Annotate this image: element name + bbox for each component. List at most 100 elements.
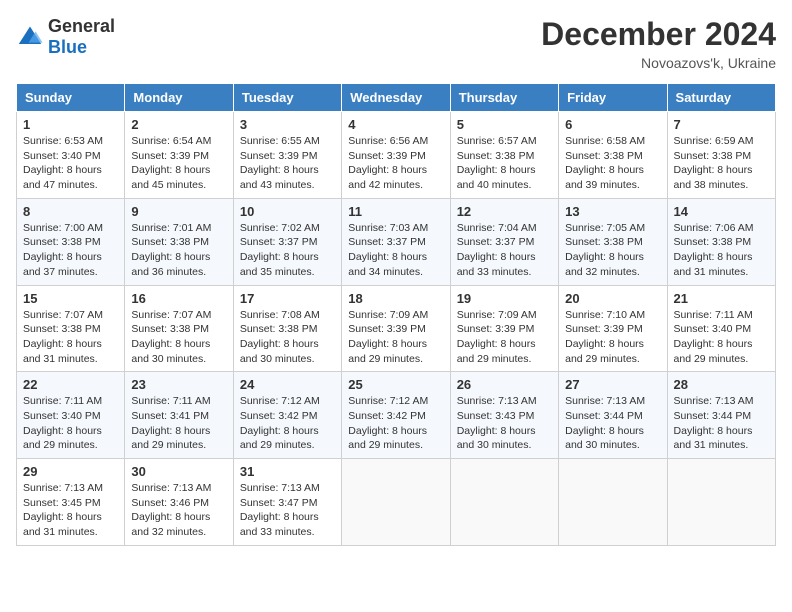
day-number: 16 bbox=[131, 291, 226, 306]
week-row-3: 15 Sunrise: 7:07 AMSunset: 3:38 PMDaylig… bbox=[17, 285, 776, 372]
day-cell bbox=[559, 459, 667, 546]
day-cell: 2 Sunrise: 6:54 AMSunset: 3:39 PMDayligh… bbox=[125, 112, 233, 199]
day-cell: 19 Sunrise: 7:09 AMSunset: 3:39 PMDaylig… bbox=[450, 285, 558, 372]
day-number: 28 bbox=[674, 377, 769, 392]
day-number: 6 bbox=[565, 117, 660, 132]
day-cell: 31 Sunrise: 7:13 AMSunset: 3:47 PMDaylig… bbox=[233, 459, 341, 546]
day-number: 5 bbox=[457, 117, 552, 132]
day-info: Sunrise: 7:13 AMSunset: 3:44 PMDaylight:… bbox=[674, 394, 769, 453]
day-cell: 6 Sunrise: 6:58 AMSunset: 3:38 PMDayligh… bbox=[559, 112, 667, 199]
day-cell: 18 Sunrise: 7:09 AMSunset: 3:39 PMDaylig… bbox=[342, 285, 450, 372]
day-number: 23 bbox=[131, 377, 226, 392]
day-info: Sunrise: 7:11 AMSunset: 3:40 PMDaylight:… bbox=[674, 308, 769, 367]
day-info: Sunrise: 6:56 AMSunset: 3:39 PMDaylight:… bbox=[348, 134, 443, 193]
day-cell bbox=[342, 459, 450, 546]
day-number: 8 bbox=[23, 204, 118, 219]
logo-icon bbox=[16, 23, 44, 51]
day-info: Sunrise: 7:06 AMSunset: 3:38 PMDaylight:… bbox=[674, 221, 769, 280]
day-info: Sunrise: 6:59 AMSunset: 3:38 PMDaylight:… bbox=[674, 134, 769, 193]
day-number: 15 bbox=[23, 291, 118, 306]
col-thursday: Thursday bbox=[450, 84, 558, 112]
day-info: Sunrise: 7:02 AMSunset: 3:37 PMDaylight:… bbox=[240, 221, 335, 280]
day-info: Sunrise: 7:05 AMSunset: 3:38 PMDaylight:… bbox=[565, 221, 660, 280]
day-cell: 22 Sunrise: 7:11 AMSunset: 3:40 PMDaylig… bbox=[17, 372, 125, 459]
day-cell: 30 Sunrise: 7:13 AMSunset: 3:46 PMDaylig… bbox=[125, 459, 233, 546]
day-cell: 28 Sunrise: 7:13 AMSunset: 3:44 PMDaylig… bbox=[667, 372, 775, 459]
day-number: 21 bbox=[674, 291, 769, 306]
day-number: 11 bbox=[348, 204, 443, 219]
day-cell: 26 Sunrise: 7:13 AMSunset: 3:43 PMDaylig… bbox=[450, 372, 558, 459]
day-number: 18 bbox=[348, 291, 443, 306]
month-year-title: December 2024 bbox=[541, 16, 776, 53]
col-tuesday: Tuesday bbox=[233, 84, 341, 112]
day-number: 24 bbox=[240, 377, 335, 392]
day-info: Sunrise: 7:08 AMSunset: 3:38 PMDaylight:… bbox=[240, 308, 335, 367]
day-number: 10 bbox=[240, 204, 335, 219]
day-cell: 20 Sunrise: 7:10 AMSunset: 3:39 PMDaylig… bbox=[559, 285, 667, 372]
location-label: Novoazovs'k, Ukraine bbox=[541, 55, 776, 71]
day-cell: 29 Sunrise: 7:13 AMSunset: 3:45 PMDaylig… bbox=[17, 459, 125, 546]
day-cell: 8 Sunrise: 7:00 AMSunset: 3:38 PMDayligh… bbox=[17, 198, 125, 285]
day-info: Sunrise: 7:09 AMSunset: 3:39 PMDaylight:… bbox=[348, 308, 443, 367]
day-number: 26 bbox=[457, 377, 552, 392]
logo-text: General Blue bbox=[48, 16, 115, 58]
week-row-5: 29 Sunrise: 7:13 AMSunset: 3:45 PMDaylig… bbox=[17, 459, 776, 546]
day-number: 17 bbox=[240, 291, 335, 306]
day-number: 2 bbox=[131, 117, 226, 132]
day-info: Sunrise: 7:13 AMSunset: 3:44 PMDaylight:… bbox=[565, 394, 660, 453]
day-number: 14 bbox=[674, 204, 769, 219]
day-info: Sunrise: 6:54 AMSunset: 3:39 PMDaylight:… bbox=[131, 134, 226, 193]
day-info: Sunrise: 6:58 AMSunset: 3:38 PMDaylight:… bbox=[565, 134, 660, 193]
day-number: 31 bbox=[240, 464, 335, 479]
calendar-table: Sunday Monday Tuesday Wednesday Thursday… bbox=[16, 83, 776, 546]
day-info: Sunrise: 6:55 AMSunset: 3:39 PMDaylight:… bbox=[240, 134, 335, 193]
day-cell: 27 Sunrise: 7:13 AMSunset: 3:44 PMDaylig… bbox=[559, 372, 667, 459]
day-cell: 11 Sunrise: 7:03 AMSunset: 3:37 PMDaylig… bbox=[342, 198, 450, 285]
day-info: Sunrise: 7:13 AMSunset: 3:47 PMDaylight:… bbox=[240, 481, 335, 540]
day-info: Sunrise: 7:01 AMSunset: 3:38 PMDaylight:… bbox=[131, 221, 226, 280]
day-info: Sunrise: 7:11 AMSunset: 3:40 PMDaylight:… bbox=[23, 394, 118, 453]
day-cell: 3 Sunrise: 6:55 AMSunset: 3:39 PMDayligh… bbox=[233, 112, 341, 199]
day-number: 20 bbox=[565, 291, 660, 306]
day-cell: 21 Sunrise: 7:11 AMSunset: 3:40 PMDaylig… bbox=[667, 285, 775, 372]
day-number: 29 bbox=[23, 464, 118, 479]
day-info: Sunrise: 7:13 AMSunset: 3:43 PMDaylight:… bbox=[457, 394, 552, 453]
day-number: 3 bbox=[240, 117, 335, 132]
day-cell: 16 Sunrise: 7:07 AMSunset: 3:38 PMDaylig… bbox=[125, 285, 233, 372]
day-cell: 14 Sunrise: 7:06 AMSunset: 3:38 PMDaylig… bbox=[667, 198, 775, 285]
logo: General Blue bbox=[16, 16, 115, 58]
logo-general: General bbox=[48, 16, 115, 36]
day-number: 1 bbox=[23, 117, 118, 132]
title-block: December 2024 Novoazovs'k, Ukraine bbox=[541, 16, 776, 71]
day-info: Sunrise: 6:53 AMSunset: 3:40 PMDaylight:… bbox=[23, 134, 118, 193]
day-number: 7 bbox=[674, 117, 769, 132]
day-cell: 10 Sunrise: 7:02 AMSunset: 3:37 PMDaylig… bbox=[233, 198, 341, 285]
day-info: Sunrise: 6:57 AMSunset: 3:38 PMDaylight:… bbox=[457, 134, 552, 193]
day-cell: 1 Sunrise: 6:53 AMSunset: 3:40 PMDayligh… bbox=[17, 112, 125, 199]
day-cell: 9 Sunrise: 7:01 AMSunset: 3:38 PMDayligh… bbox=[125, 198, 233, 285]
week-row-2: 8 Sunrise: 7:00 AMSunset: 3:38 PMDayligh… bbox=[17, 198, 776, 285]
col-friday: Friday bbox=[559, 84, 667, 112]
day-info: Sunrise: 7:07 AMSunset: 3:38 PMDaylight:… bbox=[131, 308, 226, 367]
day-cell: 15 Sunrise: 7:07 AMSunset: 3:38 PMDaylig… bbox=[17, 285, 125, 372]
day-cell bbox=[667, 459, 775, 546]
day-cell: 4 Sunrise: 6:56 AMSunset: 3:39 PMDayligh… bbox=[342, 112, 450, 199]
day-cell: 12 Sunrise: 7:04 AMSunset: 3:37 PMDaylig… bbox=[450, 198, 558, 285]
col-sunday: Sunday bbox=[17, 84, 125, 112]
logo-blue: Blue bbox=[48, 37, 87, 57]
day-info: Sunrise: 7:12 AMSunset: 3:42 PMDaylight:… bbox=[348, 394, 443, 453]
page-header: General Blue December 2024 Novoazovs'k, … bbox=[16, 16, 776, 71]
day-info: Sunrise: 7:11 AMSunset: 3:41 PMDaylight:… bbox=[131, 394, 226, 453]
col-wednesday: Wednesday bbox=[342, 84, 450, 112]
day-number: 9 bbox=[131, 204, 226, 219]
day-cell: 24 Sunrise: 7:12 AMSunset: 3:42 PMDaylig… bbox=[233, 372, 341, 459]
day-cell: 23 Sunrise: 7:11 AMSunset: 3:41 PMDaylig… bbox=[125, 372, 233, 459]
day-cell: 7 Sunrise: 6:59 AMSunset: 3:38 PMDayligh… bbox=[667, 112, 775, 199]
day-number: 27 bbox=[565, 377, 660, 392]
day-number: 25 bbox=[348, 377, 443, 392]
day-info: Sunrise: 7:12 AMSunset: 3:42 PMDaylight:… bbox=[240, 394, 335, 453]
day-info: Sunrise: 7:04 AMSunset: 3:37 PMDaylight:… bbox=[457, 221, 552, 280]
day-info: Sunrise: 7:13 AMSunset: 3:45 PMDaylight:… bbox=[23, 481, 118, 540]
day-number: 30 bbox=[131, 464, 226, 479]
day-cell: 17 Sunrise: 7:08 AMSunset: 3:38 PMDaylig… bbox=[233, 285, 341, 372]
